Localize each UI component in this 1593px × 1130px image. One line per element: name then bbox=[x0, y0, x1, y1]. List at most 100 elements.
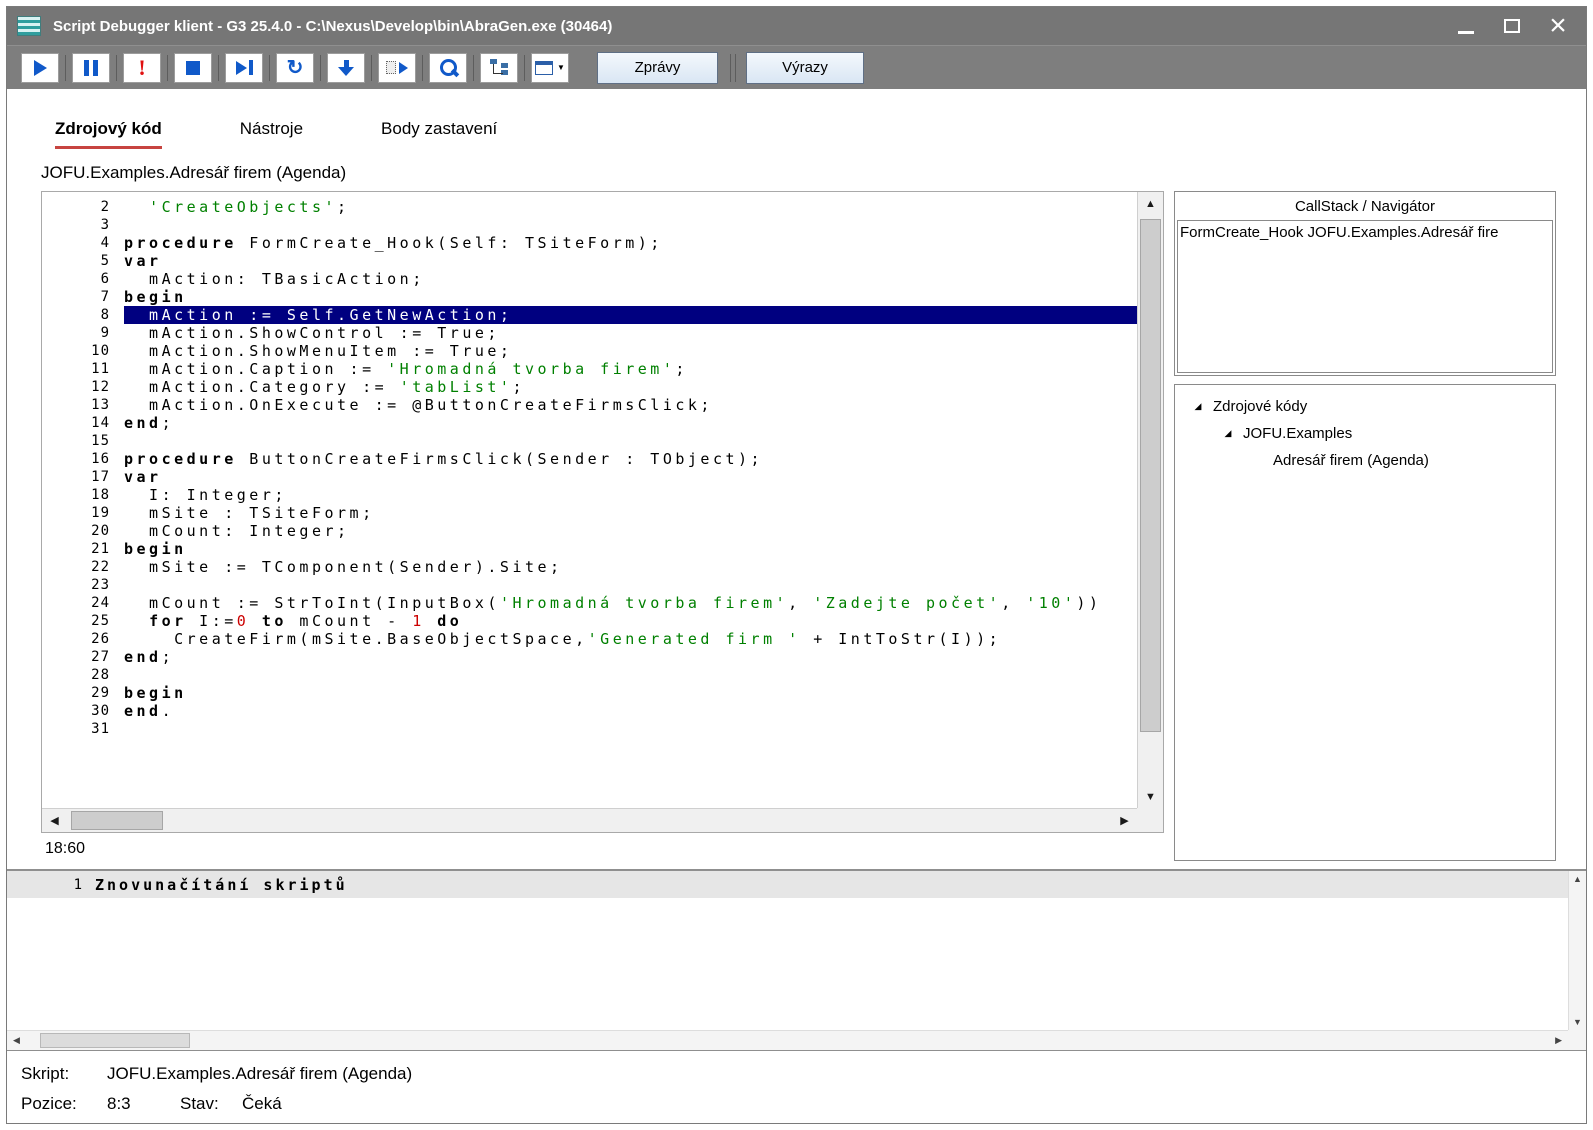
code-line-current[interactable]: 8 mAction := Self.GetNewAction; bbox=[42, 306, 1137, 324]
close-button[interactable]: × bbox=[1546, 14, 1570, 38]
tab-nastroje[interactable]: Nástroje bbox=[240, 119, 303, 155]
tab-zdrojovy-kod[interactable]: Zdrojový kód bbox=[55, 119, 162, 155]
code-line[interactable]: 29begin bbox=[42, 684, 1137, 702]
code-line[interactable]: 19 mSite : TSiteForm; bbox=[42, 504, 1137, 522]
maximize-button[interactable] bbox=[1500, 14, 1524, 38]
scrollbar-track[interactable] bbox=[26, 1031, 1549, 1050]
scrollbar-thumb[interactable] bbox=[1140, 219, 1161, 732]
code-line[interactable]: 14end; bbox=[42, 414, 1137, 432]
code-line[interactable]: 4procedure FormCreate_Hook(Self: TSiteFo… bbox=[42, 234, 1137, 252]
message-row[interactable]: 1Znovunačítání skriptů bbox=[7, 871, 1568, 898]
code-line[interactable]: 2 'CreateObjects'; bbox=[42, 198, 1137, 216]
scroll-down-icon[interactable]: ▼ bbox=[1138, 785, 1163, 808]
pause-icon bbox=[84, 60, 98, 76]
code-line[interactable]: 6 mAction: TBasicAction; bbox=[42, 270, 1137, 288]
scrollbar-thumb[interactable] bbox=[40, 1033, 190, 1048]
scrollbar-track[interactable] bbox=[67, 809, 1112, 832]
titlebar[interactable]: Script Debugger klient - G3 25.4.0 - C:\… bbox=[7, 7, 1586, 45]
code-text: var bbox=[124, 468, 1137, 486]
toolbar-separator bbox=[116, 55, 117, 81]
run-to-cursor-button[interactable] bbox=[378, 53, 416, 83]
code-area[interactable]: 2 'CreateObjects';34procedure FormCreate… bbox=[42, 192, 1137, 808]
tree-item[interactable]: ◢ JOFU.Examples bbox=[1175, 420, 1555, 447]
code-line[interactable]: 11 mAction.Caption := 'Hromadná tvorba f… bbox=[42, 360, 1137, 378]
scroll-left-icon[interactable]: ◀ bbox=[7, 1035, 26, 1046]
code-line[interactable]: 13 mAction.OnExecute := @ButtonCreateFir… bbox=[42, 396, 1137, 414]
code-line[interactable]: 21begin bbox=[42, 540, 1137, 558]
code-line[interactable]: 28 bbox=[42, 666, 1137, 684]
status-line-script: Skript: JOFU.Examples.Adresář firem (Age… bbox=[21, 1059, 1572, 1089]
code-line[interactable]: 10 mAction.ShowMenuItem := True; bbox=[42, 342, 1137, 360]
messages-horizontal-scrollbar[interactable]: ◀ ▶ bbox=[7, 1030, 1568, 1050]
toolbar-separator bbox=[167, 55, 168, 81]
code-line[interactable]: 17var bbox=[42, 468, 1137, 486]
stop-button[interactable] bbox=[174, 53, 212, 83]
restart-button[interactable] bbox=[276, 53, 314, 83]
search-icon bbox=[439, 58, 458, 77]
scroll-left-icon[interactable]: ◀ bbox=[42, 809, 67, 832]
pozice-value: 8:3 bbox=[107, 1094, 180, 1114]
scrollbar-corner bbox=[1568, 1030, 1586, 1050]
editor-horizontal-scrollbar[interactable]: ◀ ▶ bbox=[42, 808, 1137, 832]
call-hierarchy-button[interactable] bbox=[480, 53, 518, 83]
editor-vertical-scrollbar[interactable]: ▲ ▼ bbox=[1137, 192, 1163, 808]
callstack-entry[interactable]: FormCreate_Hook JOFU.Examples.Adresář fi… bbox=[1178, 221, 1552, 244]
play-icon bbox=[34, 60, 47, 76]
code-text: mAction.Category := 'tabList'; bbox=[124, 378, 1137, 396]
source-tree-panel[interactable]: ◢Zdrojové kódy◢JOFU.ExamplesAdresář fire… bbox=[1174, 384, 1556, 861]
step-out-button[interactable] bbox=[327, 53, 365, 83]
code-line[interactable]: 22 mSite := TComponent(Sender).Site; bbox=[42, 558, 1137, 576]
scroll-right-icon[interactable]: ▶ bbox=[1549, 1035, 1568, 1046]
code-line[interactable]: 27end; bbox=[42, 648, 1137, 666]
code-line[interactable]: 30end. bbox=[42, 702, 1137, 720]
panel-icon bbox=[535, 61, 553, 75]
code-line[interactable]: 31 bbox=[42, 720, 1137, 738]
code-text: 'CreateObjects'; bbox=[124, 198, 1137, 216]
code-line[interactable]: 9 mAction.ShowControl := True; bbox=[42, 324, 1137, 342]
tree-item-label: JOFU.Examples bbox=[1243, 425, 1352, 442]
code-line[interactable]: 18 I: Integer; bbox=[42, 486, 1137, 504]
tab-body-zastaveni[interactable]: Body zastavení bbox=[381, 119, 497, 155]
minimize-icon bbox=[1458, 31, 1474, 34]
code-editor[interactable]: 2 'CreateObjects';34procedure FormCreate… bbox=[41, 191, 1164, 833]
tree-item[interactable]: ◢Zdrojové kódy bbox=[1175, 393, 1555, 420]
expand-arrow-icon[interactable]: ◢ bbox=[1191, 401, 1205, 412]
line-number: 27 bbox=[42, 648, 124, 666]
messages-vertical-scrollbar[interactable]: ▲ ▼ bbox=[1568, 871, 1586, 1030]
code-line[interactable]: 5var bbox=[42, 252, 1137, 270]
scroll-right-icon[interactable]: ▶ bbox=[1112, 809, 1137, 832]
code-line[interactable]: 3 bbox=[42, 216, 1137, 234]
code-line[interactable]: 7begin bbox=[42, 288, 1137, 306]
windows-button[interactable]: ▼ bbox=[531, 53, 569, 83]
callstack-list[interactable]: FormCreate_Hook JOFU.Examples.Adresář fi… bbox=[1177, 220, 1553, 373]
zpravy-button[interactable]: Zprávy bbox=[597, 52, 718, 84]
stav-value: Čeká bbox=[242, 1094, 282, 1114]
code-line[interactable]: 16procedure ButtonCreateFirmsClick(Sende… bbox=[42, 450, 1137, 468]
run-button[interactable] bbox=[21, 53, 59, 83]
scrollbar-track[interactable] bbox=[1138, 215, 1163, 785]
code-line[interactable]: 23 bbox=[42, 576, 1137, 594]
scroll-down-icon[interactable]: ▼ bbox=[1567, 1017, 1588, 1027]
code-text: mAction.OnExecute := @ButtonCreateFirmsC… bbox=[124, 396, 1137, 414]
toolbar-separator bbox=[422, 55, 423, 81]
scroll-up-icon[interactable]: ▲ bbox=[1138, 192, 1163, 215]
code-line[interactable]: 26 CreateFirm(mSite.BaseObjectSpace,'Gen… bbox=[42, 630, 1137, 648]
step-over-button[interactable] bbox=[225, 53, 263, 83]
code-line[interactable]: 25 for I:=0 to mCount - 1 do bbox=[42, 612, 1137, 630]
vyrazy-button[interactable]: Výrazy bbox=[746, 52, 864, 84]
code-line[interactable]: 15 bbox=[42, 432, 1137, 450]
tree-item[interactable]: Adresář firem (Agenda) bbox=[1175, 447, 1555, 474]
minimize-button[interactable] bbox=[1454, 14, 1478, 38]
evaluate-button[interactable] bbox=[429, 53, 467, 83]
code-line[interactable]: 24 mCount := StrToInt(InputBox('Hromadná… bbox=[42, 594, 1137, 612]
code-line[interactable]: 12 mAction.Category := 'tabList'; bbox=[42, 378, 1137, 396]
expand-arrow-icon[interactable]: ◢ bbox=[1221, 428, 1235, 439]
line-number: 23 bbox=[42, 576, 124, 594]
break-button[interactable] bbox=[123, 53, 161, 83]
scroll-up-icon[interactable]: ▲ bbox=[1567, 874, 1588, 884]
code-line[interactable]: 20 mCount: Integer; bbox=[42, 522, 1137, 540]
scrollbar-thumb[interactable] bbox=[71, 811, 163, 830]
scrollbar-corner bbox=[1137, 808, 1163, 832]
pause-button[interactable] bbox=[72, 53, 110, 83]
messages-list[interactable]: 1Znovunačítání skriptů bbox=[7, 871, 1568, 1030]
